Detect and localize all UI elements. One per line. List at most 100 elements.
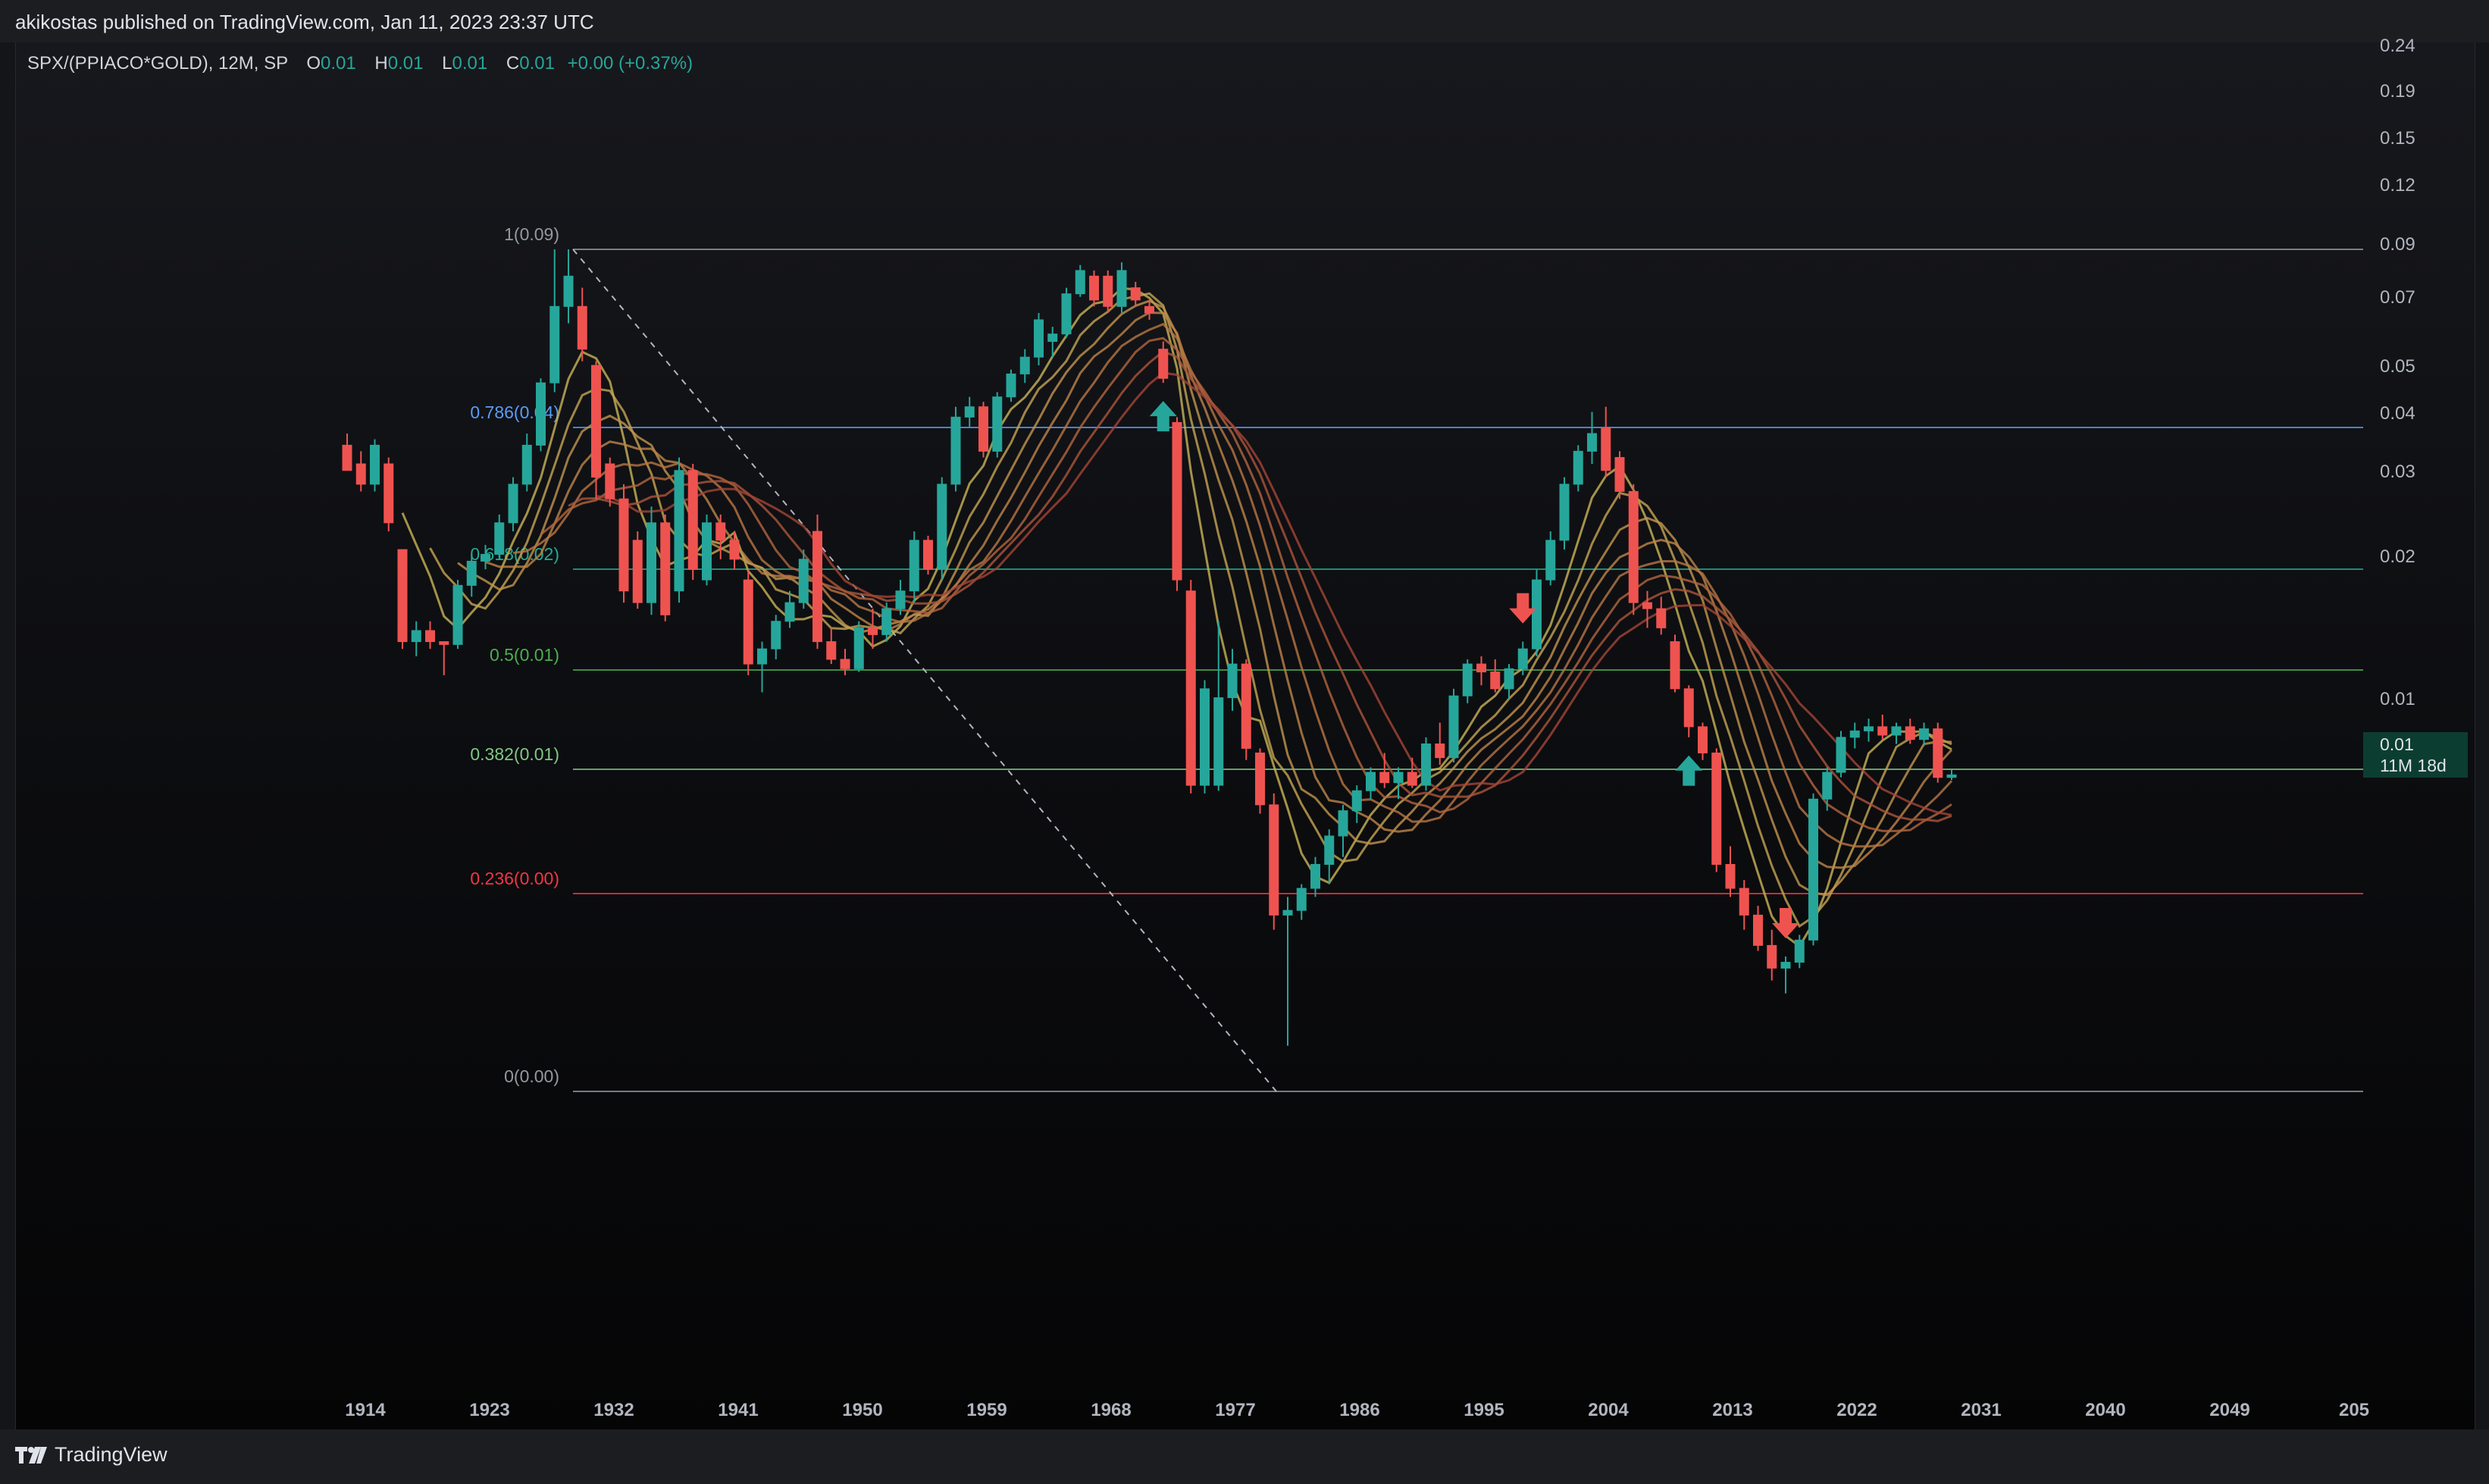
candle-body[interactable]	[411, 630, 421, 643]
candle-body[interactable]	[384, 463, 394, 524]
candle-body[interactable]	[1366, 772, 1376, 791]
candle-body[interactable]	[1255, 752, 1265, 806]
candle-body[interactable]	[605, 463, 615, 499]
candle-body[interactable]	[1614, 457, 1625, 492]
candle-body[interactable]	[397, 549, 408, 643]
candle-body[interactable]	[508, 484, 518, 524]
candle-body[interactable]	[1919, 728, 1929, 740]
candle-body[interactable]	[660, 522, 671, 615]
candle-body[interactable]	[1448, 695, 1459, 759]
candle-body[interactable]	[549, 305, 560, 384]
candle-body[interactable]	[1116, 270, 1127, 307]
candle-body[interactable]	[674, 470, 684, 592]
candle-body[interactable]	[895, 590, 906, 609]
candle-body[interactable]	[494, 522, 505, 555]
candle-body[interactable]	[1656, 608, 1667, 628]
candle-body[interactable]	[452, 584, 463, 645]
candle-body[interactable]	[1532, 579, 1542, 650]
candle-body[interactable]	[1808, 798, 1818, 941]
candle-body[interactable]	[1628, 490, 1639, 603]
candle-body[interactable]	[1753, 914, 1763, 946]
candle-body[interactable]	[1849, 730, 1860, 738]
candle-body[interactable]	[923, 540, 933, 570]
candle-body[interactable]	[1227, 663, 1238, 699]
candle-body[interactable]	[1435, 743, 1445, 759]
candle-body[interactable]	[521, 444, 532, 485]
candle-body[interactable]	[1891, 726, 1902, 736]
candle-body[interactable]	[798, 559, 809, 603]
price-axis[interactable]: 0.24 0.19 0.15 0.12 0.09 0.07 0.05 0.04 0.03 0.02…	[2380, 36, 2415, 709]
candle-body[interactable]	[1822, 772, 1833, 800]
candle-body[interactable]	[1642, 602, 1652, 609]
candle-body[interactable]	[466, 560, 477, 586]
candlestick-chart[interactable]: 1(0.09)0.786(0.04)0.618(0.02)0.5(0.01)0.…	[0, 0, 2489, 1429]
candle-body[interactable]	[1780, 962, 1791, 969]
candle-body[interactable]	[1351, 790, 1362, 812]
candle-body[interactable]	[1946, 774, 1957, 778]
candle-body[interactable]	[1200, 688, 1210, 786]
candle-body[interactable]	[1338, 810, 1348, 837]
candle-body[interactable]	[1310, 864, 1320, 889]
candle-body[interactable]	[355, 463, 366, 485]
time-axis[interactable]: 1914 1923 1932 1941 1950 1959 1968 1977 1986 1995…	[345, 1400, 2369, 1420]
candle-body[interactable]	[1836, 737, 1846, 773]
candle-body[interactable]	[1794, 939, 1805, 963]
candle-body[interactable]	[1877, 726, 1888, 736]
candle-body[interactable]	[964, 406, 975, 418]
candle-body[interactable]	[342, 444, 352, 471]
candle-body[interactable]	[577, 305, 587, 350]
candle-body[interactable]	[812, 531, 822, 643]
candle-body[interactable]	[1089, 275, 1099, 301]
tradingview-brand[interactable]: TradingView	[15, 1443, 167, 1467]
symbol-legend[interactable]: SPX/(PPIACO*GOLD), 12M, SP O0.01 H0.01 L…	[27, 53, 693, 74]
candle-body[interactable]	[1379, 772, 1390, 784]
candle-body[interactable]	[757, 648, 767, 665]
candle-body[interactable]	[1559, 484, 1570, 541]
candle-body[interactable]	[1282, 909, 1293, 916]
candle-body[interactable]	[632, 540, 643, 603]
candle-body[interactable]	[1034, 319, 1044, 358]
candle-body[interactable]	[1504, 668, 1514, 690]
candle-body[interactable]	[729, 540, 740, 560]
candle-body[interactable]	[1683, 688, 1694, 728]
candle-body[interactable]	[647, 522, 656, 603]
candle-body[interactable]	[1019, 356, 1030, 374]
candle-body[interactable]	[978, 406, 988, 452]
candle-body[interactable]	[715, 522, 726, 541]
candle-body[interactable]	[1269, 804, 1279, 916]
candle-body[interactable]	[687, 470, 698, 570]
candle-body[interactable]	[868, 627, 878, 635]
candle-body[interactable]	[591, 365, 601, 478]
candle-body[interactable]	[1061, 293, 1072, 335]
candle-body[interactable]	[743, 579, 753, 665]
candle-body[interactable]	[1213, 697, 1224, 786]
candle-body[interactable]	[784, 602, 795, 622]
candle-body[interactable]	[1144, 305, 1154, 314]
candle-body[interactable]	[1296, 888, 1307, 911]
candle-body[interactable]	[439, 641, 449, 645]
candle-body[interactable]	[1006, 373, 1016, 398]
candle-body[interactable]	[1324, 835, 1335, 866]
candle-body[interactable]	[1601, 427, 1611, 471]
candle-body[interactable]	[1739, 888, 1749, 916]
candle-body[interactable]	[840, 659, 850, 669]
candle-body[interactable]	[1725, 864, 1736, 889]
candle-body[interactable]	[826, 641, 837, 660]
candle-body[interactable]	[1407, 772, 1417, 786]
candle-body[interactable]	[1573, 450, 1583, 485]
candle-body[interactable]	[1130, 287, 1141, 301]
candle-body[interactable]	[1158, 349, 1169, 379]
candle-body[interactable]	[992, 396, 1003, 452]
candle-body[interactable]	[702, 522, 712, 581]
candle-body[interactable]	[909, 540, 919, 592]
candle-body[interactable]	[618, 498, 629, 592]
candle-body[interactable]	[1421, 743, 1431, 786]
candle-body[interactable]	[1545, 540, 1556, 581]
candle-body[interactable]	[1185, 590, 1196, 786]
candle-body[interactable]	[1670, 641, 1680, 690]
candle-body[interactable]	[536, 382, 546, 446]
candle-body[interactable]	[425, 630, 435, 643]
candle-body[interactable]	[1172, 421, 1182, 581]
candle-body[interactable]	[370, 444, 380, 485]
fibonacci-retracement[interactable]: 1(0.09)0.786(0.04)0.618(0.02)0.5(0.01)0.…	[470, 224, 2363, 1092]
